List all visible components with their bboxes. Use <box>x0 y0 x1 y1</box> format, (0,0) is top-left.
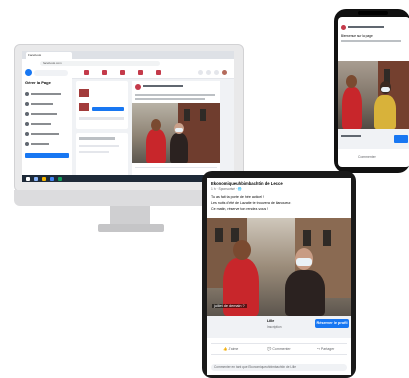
sidebar-item[interactable] <box>25 132 69 137</box>
post-timestamp: 1 h · Sponsorisé · 🌐 <box>211 187 243 191</box>
divider <box>211 343 347 344</box>
thumbnail <box>79 103 89 111</box>
page-avatar <box>135 84 141 90</box>
page-insights-card <box>76 133 128 179</box>
imac-stand-base <box>98 224 164 232</box>
menu-icon[interactable] <box>198 70 203 75</box>
link-subtitle: Inscription <box>267 325 282 329</box>
info-line <box>79 117 124 120</box>
page-info-card <box>76 81 128 129</box>
video-icon[interactable] <box>102 70 107 75</box>
like-label: J'aime <box>228 347 239 351</box>
nav-icon <box>25 112 29 116</box>
sidebar-item-label <box>31 123 51 125</box>
nav-icon <box>25 132 29 136</box>
sidebar-item[interactable] <box>25 102 69 107</box>
phone-screen: Bienvenue sur la page Commenter <box>338 17 409 167</box>
cta-button[interactable] <box>394 135 408 143</box>
sidebar-item-label <box>31 113 57 115</box>
post-author <box>348 26 384 28</box>
post-text: Bienvenue sur la page <box>341 34 373 38</box>
comment-input[interactable]: Commenter en tant que Ekonomiqueuhbimbac… <box>211 364 347 371</box>
nav-icon <box>25 142 29 146</box>
nav-icon <box>25 122 29 126</box>
post-text-line: Tu as fait ta porte de hée acticel ! <box>211 195 265 199</box>
comment-label: Commenter <box>272 347 291 351</box>
home-icon[interactable] <box>84 70 89 75</box>
folder-icon[interactable] <box>42 176 46 181</box>
url-field[interactable]: facebook.com <box>40 60 160 66</box>
tablet-screen: Ekonomiqueuhbimbachtin de Lecce 1 h · Sp… <box>207 178 351 375</box>
post-video[interactable] <box>132 103 220 163</box>
imac-screen: Facebook facebook.com Gérer la Page <box>22 51 234 182</box>
like-button[interactable]: 👍 J'aime <box>223 347 238 351</box>
share-button[interactable]: ↪ Partager <box>317 347 334 351</box>
sidebar-item-label <box>31 143 49 145</box>
sidebar-title: Gérer la Page <box>25 80 51 85</box>
post-text <box>135 94 215 96</box>
post-text <box>135 98 205 100</box>
messenger-icon[interactable] <box>206 70 211 75</box>
facebook-logo-icon[interactable] <box>25 69 32 76</box>
divider <box>135 167 217 168</box>
video-caption: juillet de demain ? <box>212 304 247 308</box>
avatar[interactable] <box>222 70 227 75</box>
sidebar-item[interactable] <box>25 112 69 117</box>
info-line <box>79 151 109 153</box>
post-card <box>132 81 220 182</box>
promote-button[interactable] <box>25 153 69 158</box>
post-author <box>143 85 183 87</box>
link-title <box>341 135 361 137</box>
sidebar-item[interactable] <box>25 92 69 97</box>
search-icon[interactable] <box>34 176 38 181</box>
browser-icon[interactable] <box>50 176 54 181</box>
post-text-line: Ce matin, réserve ton rendez-vous ! <box>211 207 269 211</box>
gaming-icon[interactable] <box>156 70 161 75</box>
search-input[interactable] <box>34 69 68 76</box>
sidebar-item-label <box>31 103 53 105</box>
link-preview[interactable] <box>338 129 409 149</box>
post-text-line: Les nuits d'été de Lazatie te trouvera d… <box>211 201 292 205</box>
imac-stand <box>110 206 150 224</box>
groups-icon[interactable] <box>138 70 143 75</box>
browser-tab-strip: Facebook <box>22 51 234 59</box>
notifications-icon[interactable] <box>214 70 219 75</box>
divider <box>211 354 347 355</box>
post-video[interactable] <box>338 61 409 129</box>
sidebar-item[interactable] <box>25 142 69 147</box>
page-manager-sidebar: Gérer la Page <box>22 78 72 182</box>
phone-notch <box>358 11 388 15</box>
link-title: Lille <box>267 319 275 323</box>
nav-icon <box>25 92 29 96</box>
post-video[interactable] <box>207 218 351 316</box>
browser-tab[interactable]: Facebook <box>26 52 72 59</box>
insights-title <box>79 137 115 140</box>
promote-button[interactable] <box>92 107 124 111</box>
info-line <box>79 145 119 147</box>
marketplace-icon[interactable] <box>120 70 125 75</box>
thumbnail <box>79 89 89 97</box>
comment-button[interactable]: 💬 Commenter <box>267 347 291 351</box>
page-name[interactable]: Ekonomiqueuhbimbachtin de Lecce <box>211 181 283 186</box>
app-icon[interactable] <box>58 176 62 181</box>
nav-icon <box>25 102 29 106</box>
sidebar-item[interactable] <box>25 122 69 127</box>
share-label: Partager <box>320 347 335 351</box>
start-icon[interactable] <box>26 176 30 181</box>
comment-button[interactable]: Commenter <box>358 155 376 159</box>
sidebar-item-label <box>31 133 59 135</box>
sidebar-item-label <box>31 93 61 95</box>
page-avatar <box>341 25 346 30</box>
cta-button[interactable]: Réserver le profil <box>315 319 349 328</box>
post-text-line <box>341 40 401 42</box>
